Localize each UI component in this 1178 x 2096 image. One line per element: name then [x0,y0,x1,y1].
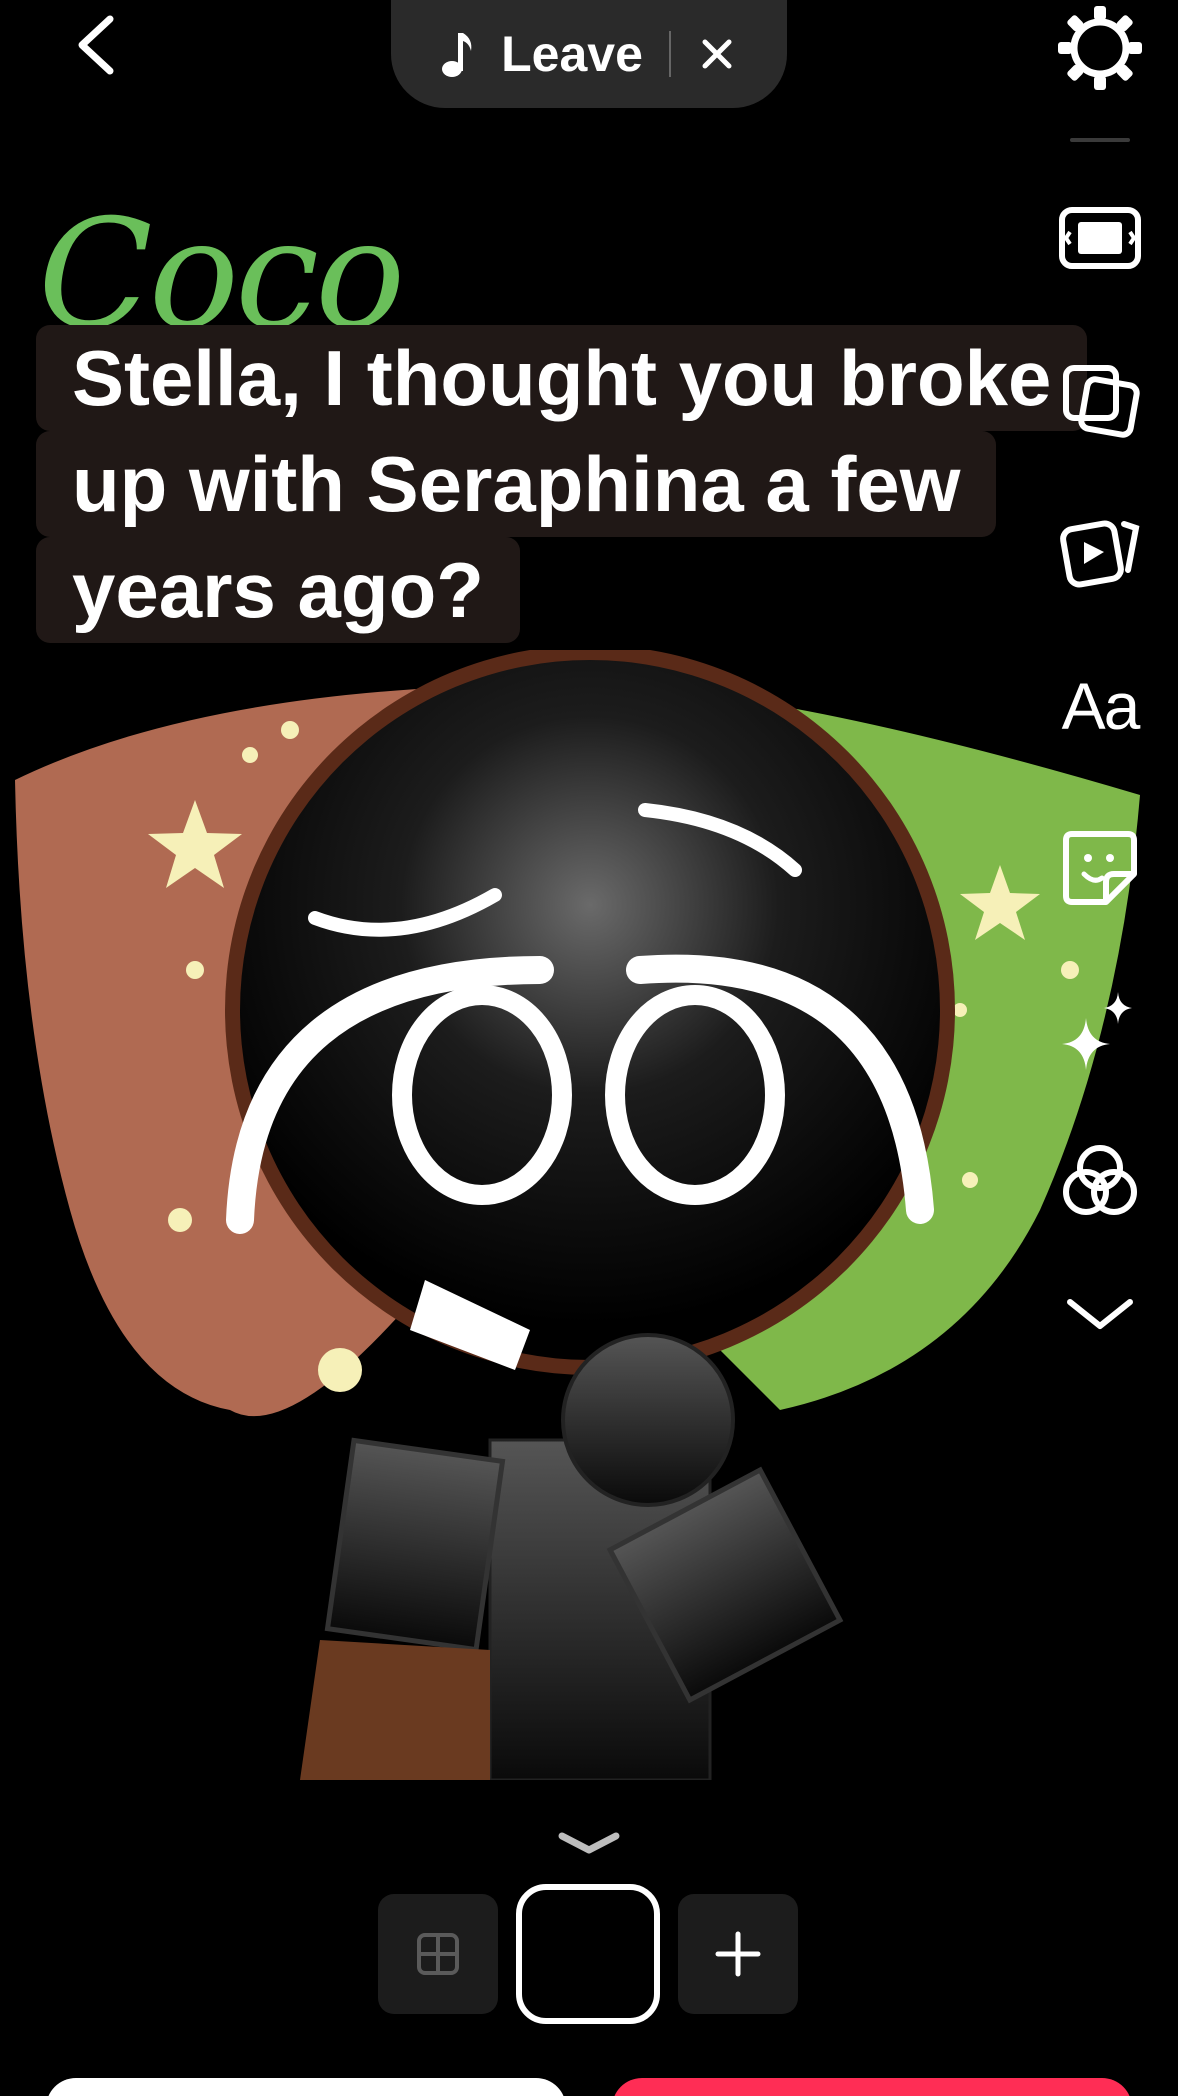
collapse-chevron-icon[interactable] [556,1828,622,1858]
sticker-icon [1063,831,1137,905]
music-selector[interactable]: Leave [391,0,787,108]
music-note-icon [442,33,472,77]
caption-line: Stella, I thought you broke [36,325,1088,431]
secondary-action-button[interactable] [46,2078,566,2096]
character-artwork [15,650,1140,1780]
video-button[interactable] [1054,506,1146,598]
song-title: Leave [501,26,643,82]
editing-toolbar: Aa [1040,120,1160,1360]
caption-line: years ago? [36,537,520,643]
sparkles-icon [1062,992,1132,1070]
sticker-button[interactable] [1054,822,1146,914]
filters-icon [1063,1145,1137,1215]
chevron-left-icon [78,15,114,75]
plus-icon [715,1931,761,1977]
current-clip-thumbnail[interactable] [516,1884,660,2024]
layout-grid-button[interactable] [378,1894,498,2014]
settings-gear-icon[interactable] [1056,4,1144,92]
photos-icon [1063,365,1140,438]
video-icon [1060,520,1140,588]
effects-button[interactable] [1054,984,1146,1076]
top-bar: Leave [0,0,1178,120]
text-tool-button[interactable]: Aa [1054,660,1146,752]
grid-icon [417,1933,459,1975]
caption-line: up with Seraphina a few [36,431,997,537]
primary-action-button[interactable] [612,2078,1132,2096]
back-button[interactable] [66,10,126,80]
chevron-down-icon [1067,1299,1133,1329]
remove-music-icon[interactable] [697,34,737,74]
pill-divider [668,31,671,77]
photos-button[interactable] [1054,354,1146,446]
aspect-ratio-icon [1059,207,1141,269]
filters-button[interactable] [1054,1136,1146,1228]
text-icon: Aa [1061,669,1141,743]
more-tools-button[interactable] [1054,1268,1146,1360]
caption-text-box[interactable]: Stella, I thought you broke up with Sera… [36,325,1136,643]
bottom-panel [0,1790,1178,2096]
aspect-ratio-button[interactable] [1054,192,1146,284]
rail-divider [1070,138,1130,142]
add-clip-button[interactable] [678,1894,798,2014]
